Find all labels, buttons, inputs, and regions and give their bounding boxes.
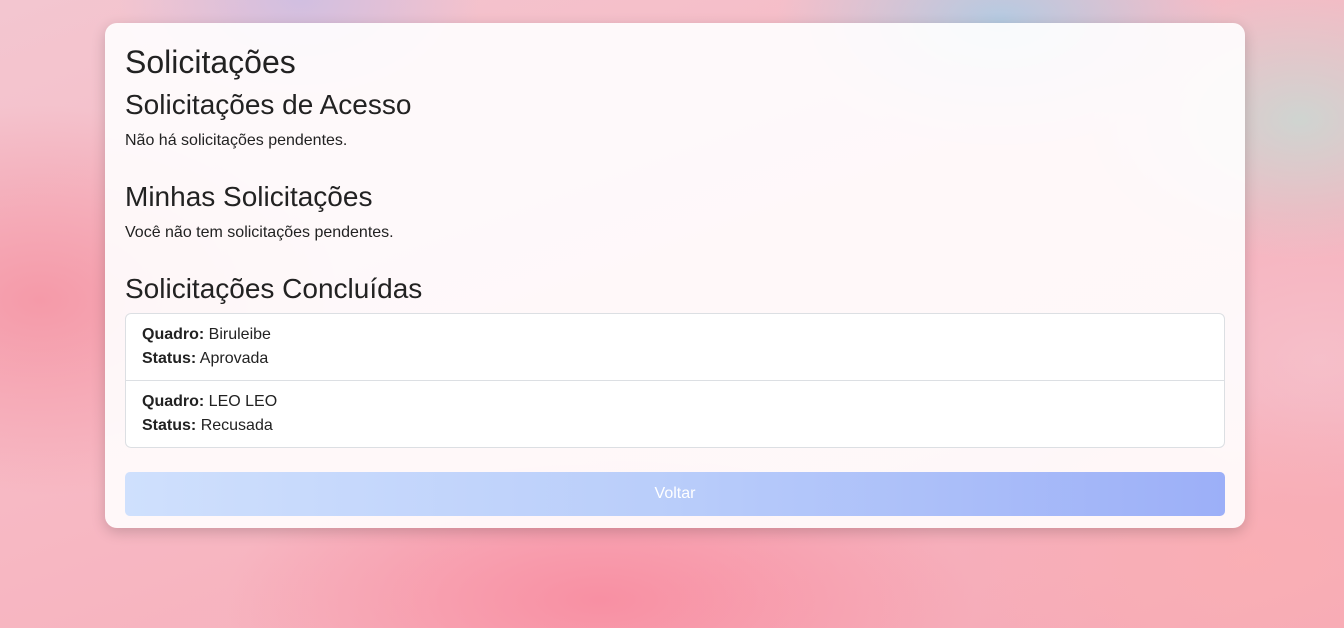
back-button[interactable]: Voltar <box>125 472 1225 516</box>
access-requests-empty-text: Não há solicitações pendentes. <box>125 132 348 149</box>
board-label: Quadro: <box>142 326 205 343</box>
board-value: LEO LEO <box>208 393 278 410</box>
completed-requests-list: Quadro: Biruleibe Status: Aprovada Quadr… <box>125 313 1225 448</box>
status-value: Aprovada <box>199 350 269 367</box>
completed-requests-heading: Solicitações Concluídas <box>125 273 423 304</box>
status-line: Status: Aprovada <box>142 347 1208 371</box>
my-requests-section: Minhas Solicitações Você não tem solicit… <box>125 179 1225 243</box>
requests-card: Solicitações Solicitações de Acesso Não … <box>105 23 1245 528</box>
list-item: Quadro: LEO LEO Status: Recusada <box>126 380 1224 447</box>
access-requests-heading: Solicitações de Acesso <box>125 89 412 120</box>
list-item: Quadro: Biruleibe Status: Aprovada <box>126 314 1224 380</box>
status-label: Status: <box>142 417 197 434</box>
board-line: Quadro: Biruleibe <box>142 323 1208 347</box>
board-label: Quadro: <box>142 393 205 410</box>
status-label: Status: <box>142 350 197 367</box>
page-title: Solicitações <box>125 44 296 80</box>
board-line: Quadro: LEO LEO <box>142 390 1208 414</box>
my-requests-empty-text: Você não tem solicitações pendentes. <box>125 224 394 241</box>
access-requests-section: Solicitações de Acesso Não há solicitaçõ… <box>125 87 1225 151</box>
status-line: Status: Recusada <box>142 414 1208 438</box>
completed-requests-section: Solicitações Concluídas Quadro: Biruleib… <box>125 271 1225 448</box>
board-value: Biruleibe <box>208 326 271 343</box>
my-requests-heading: Minhas Solicitações <box>125 181 373 212</box>
status-value: Recusada <box>200 417 273 434</box>
